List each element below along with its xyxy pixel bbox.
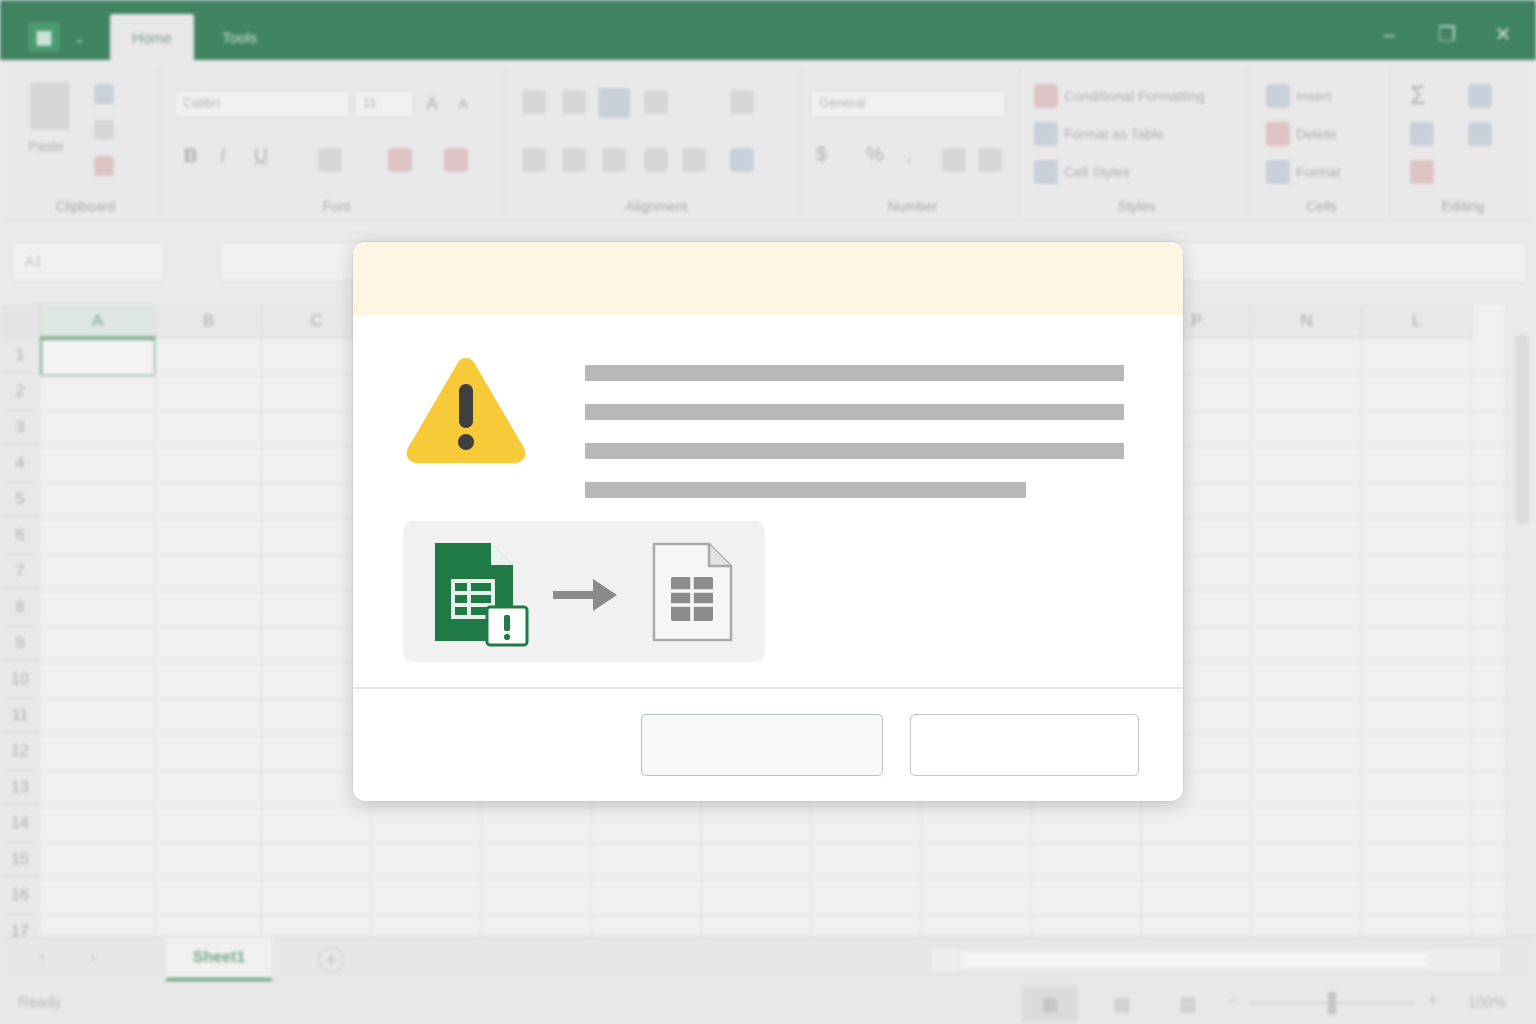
- arrow-right-icon: [553, 579, 617, 611]
- dialog-footer-divider: [353, 687, 1183, 689]
- message-line-3: [585, 443, 1124, 459]
- dialog-header: [353, 242, 1183, 315]
- primary-action-button[interactable]: [641, 714, 883, 776]
- message-line-1: [585, 365, 1124, 381]
- message-line-4: [585, 482, 1026, 498]
- message-line-2: [585, 404, 1124, 420]
- spreadsheet-file-icon: [435, 543, 529, 647]
- file-conversion-illustration: [403, 521, 765, 662]
- secondary-action-button[interactable]: [910, 714, 1139, 776]
- warning-icon: [406, 358, 526, 463]
- generic-file-icon: [652, 542, 733, 642]
- modal-overlay: [0, 0, 1536, 1024]
- warning-dialog: [353, 242, 1183, 801]
